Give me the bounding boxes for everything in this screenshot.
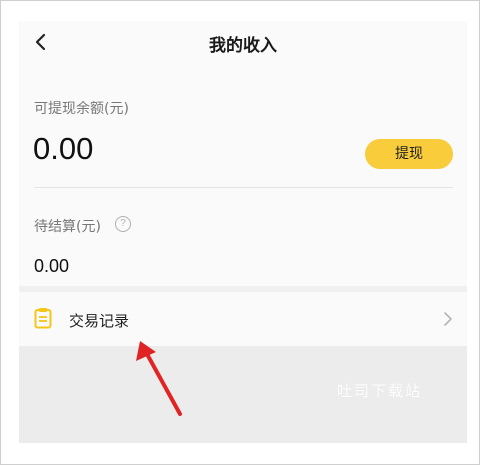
chevron-right-icon — [444, 312, 452, 326]
clipboard-icon — [34, 308, 52, 329]
help-icon[interactable]: ? — [115, 216, 131, 232]
withdrawable-balance-label: 可提现余额(元) — [34, 101, 129, 117]
screenshot-frame: 我的收入 可提现余额(元) 0.00 提现 待结算(元) ? 0.00 交易记录 — [0, 0, 480, 465]
divider — [34, 187, 453, 188]
withdraw-button[interactable]: 提现 — [365, 139, 453, 169]
app-screen: 我的收入 可提现余额(元) 0.00 提现 待结算(元) ? 0.00 交易记录 — [19, 21, 467, 443]
pending-settlement-label: 待结算(元) — [34, 219, 101, 235]
withdrawable-balance-amount: 0.00 — [33, 131, 94, 166]
page-title: 我的收入 — [209, 36, 277, 56]
header-bar: 我的收入 — [19, 21, 467, 65]
transaction-records-row[interactable]: 交易记录 — [19, 292, 467, 346]
income-card: 可提现余额(元) 0.00 提现 待结算(元) ? 0.00 — [19, 65, 467, 309]
empty-area: 吐司下载站 — [19, 346, 467, 443]
transaction-records-label: 交易记录 — [69, 312, 130, 330]
pending-settlement-amount: 0.00 — [34, 256, 70, 276]
watermark: 吐司下载站 — [337, 382, 423, 400]
